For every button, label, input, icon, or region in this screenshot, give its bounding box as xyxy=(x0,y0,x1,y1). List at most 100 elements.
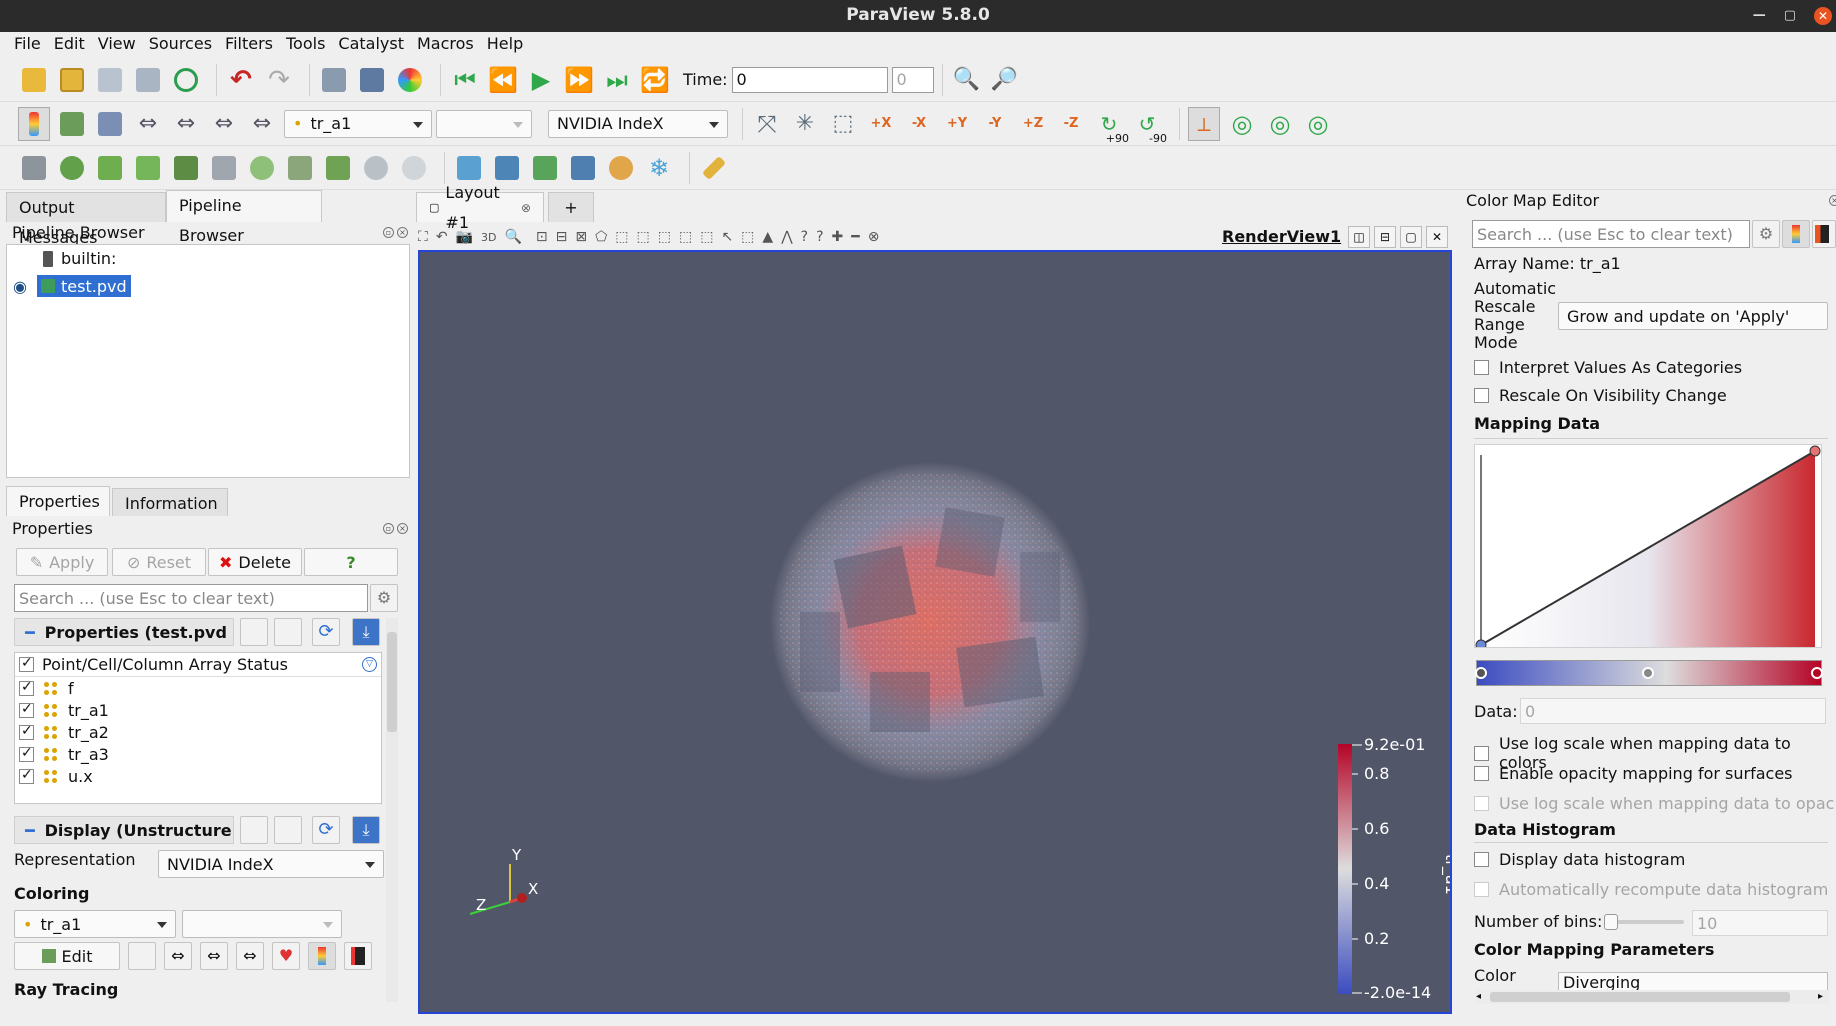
representation-select[interactable]: NVIDIA IndeX xyxy=(158,850,384,878)
section-properties-test-pvd[interactable]: ━ Properties (test.pvd xyxy=(14,618,234,646)
rescale-visible-range-button[interactable]: ♥ xyxy=(272,942,300,970)
pick-center-button[interactable]: ◎ xyxy=(1264,107,1296,141)
loop-button[interactable]: 🔁 xyxy=(639,63,671,97)
menu-macros[interactable]: Macros xyxy=(413,32,483,56)
display-histogram-checkbox[interactable] xyxy=(1474,852,1489,867)
show-color-legend-button[interactable] xyxy=(308,942,336,970)
center-axes-button[interactable]: ◎ xyxy=(1226,107,1258,141)
palette-button[interactable] xyxy=(394,63,426,97)
edit-selection-icon[interactable]: ⬚ xyxy=(741,229,754,245)
cme-advanced-button[interactable]: ⚙ xyxy=(1752,220,1780,248)
menu-filters[interactable]: Filters xyxy=(221,32,282,56)
minimize-icon[interactable]: — xyxy=(1753,1,1766,31)
close-icon[interactable]: ⊗ xyxy=(521,193,531,223)
time-index-spinbox[interactable]: 0 xyxy=(891,66,934,93)
num-bins-slider[interactable] xyxy=(1604,914,1684,930)
temporal-button[interactable]: ❄ xyxy=(643,151,675,185)
menu-tools[interactable]: Tools xyxy=(282,32,334,56)
opacity-control-point[interactable] xyxy=(1809,445,1821,457)
opacity-mapping-option[interactable]: Enable opacity mapping for surfaces xyxy=(1474,764,1793,783)
log-scale-checkbox[interactable] xyxy=(1474,745,1489,761)
rescale-temporal-button[interactable]: ⇔ xyxy=(170,107,202,141)
toggle-color-legend-button[interactable] xyxy=(18,106,50,141)
render-view[interactable]: Y X Z 9.2e-01 0.8 0.6 0.4 0.2 -2.0e-14 t… xyxy=(418,250,1452,1014)
split-vertical-icon[interactable]: ⊟ xyxy=(1374,226,1396,248)
toggle-orientation-axes-button[interactable]: ⟂ xyxy=(1188,106,1220,141)
open-file-button[interactable] xyxy=(18,63,50,97)
edit-color-map-button[interactable] xyxy=(56,107,88,141)
load-state-button[interactable] xyxy=(94,63,126,97)
cme-search-input[interactable]: Search ... (use Esc to clear text) xyxy=(1472,220,1750,248)
slice-button[interactable] xyxy=(132,151,164,185)
close-icon[interactable]: × xyxy=(397,227,408,238)
filter-icon[interactable]: ▽ xyxy=(362,657,377,672)
reset-camera-closest-button[interactable]: ✳ xyxy=(789,107,821,141)
auto-rescale-select[interactable]: Grow and update on 'Apply' xyxy=(1558,302,1828,330)
contour-button[interactable] xyxy=(56,151,88,185)
array-checkbox[interactable] xyxy=(19,767,34,784)
redo-button[interactable]: ↷ xyxy=(263,63,295,97)
glyph-button[interactable] xyxy=(246,151,278,185)
plus-icon[interactable]: ✚ xyxy=(832,229,844,245)
close-icon[interactable]: ✕ xyxy=(1814,7,1832,25)
auto-recompute-option[interactable]: Automatically recompute data histogram xyxy=(1474,880,1828,899)
float-icon[interactable]: ▫ xyxy=(383,227,394,238)
reset-button[interactable]: ⊘ Reset xyxy=(112,548,206,576)
calculator-button[interactable] xyxy=(18,151,50,185)
properties-scrollbar[interactable] xyxy=(386,618,398,1002)
capture-icon[interactable]: ⛶ xyxy=(418,229,428,245)
minus-icon[interactable]: ━ xyxy=(851,229,859,245)
camera-icon[interactable]: 📷 xyxy=(456,229,473,245)
menu-sources[interactable]: Sources xyxy=(145,32,221,56)
extract-subset-button[interactable] xyxy=(208,151,240,185)
toggle-3d-button[interactable]: 3D xyxy=(481,231,496,244)
rescale-visibility-checkbox[interactable] xyxy=(1474,388,1489,403)
select-frustum-icon[interactable]: ⊠ xyxy=(575,229,587,245)
delete-button[interactable]: ✖ Delete xyxy=(208,548,302,576)
tab-layout-1[interactable]: ▢ Layout #1 ⊗ xyxy=(416,183,544,232)
menu-file[interactable]: File xyxy=(10,32,50,56)
list-item[interactable]: tr_a1 xyxy=(19,701,109,720)
data-value-input[interactable]: 0 xyxy=(1520,698,1826,724)
rescale-custom-range-button[interactable]: ⇔ xyxy=(200,942,228,970)
stream-tracer-button[interactable] xyxy=(284,151,316,185)
view-plus-y-button[interactable]: +Y xyxy=(941,107,973,141)
zoom-icon[interactable]: 🔍 xyxy=(504,229,521,245)
render-view-title[interactable]: RenderView1 xyxy=(1222,224,1341,250)
reload-display-button[interactable]: ⟳ xyxy=(312,816,340,844)
list-item[interactable]: u.x xyxy=(19,767,93,786)
array-checkbox[interactable] xyxy=(19,679,34,696)
apply-button[interactable]: ✎ Apply xyxy=(16,548,108,576)
opacity-mapping-checkbox[interactable] xyxy=(1474,766,1489,781)
zoom-to-box-button[interactable]: ⬚ xyxy=(827,107,859,141)
coloring-array-select[interactable]: • tr_a1 xyxy=(14,910,176,938)
menu-help[interactable]: Help xyxy=(483,32,532,56)
header-checkbox[interactable] xyxy=(19,655,34,672)
extract-level-button[interactable] xyxy=(398,151,430,185)
section-display[interactable]: ━ Display (Unstructure xyxy=(14,816,234,844)
warp-vector-button[interactable] xyxy=(322,151,354,185)
reset-center-button[interactable]: ◎ xyxy=(1302,107,1334,141)
maximize-view-icon[interactable]: ▢ xyxy=(1400,226,1422,248)
rescale-last-button[interactable]: ⇔ xyxy=(246,107,278,141)
hover-cells-icon[interactable]: ⬚ xyxy=(679,229,692,245)
tab-output-messages[interactable]: Output Messages xyxy=(6,192,166,247)
scrollbar-thumb[interactable] xyxy=(387,632,397,732)
pick-icon[interactable]: ↖ xyxy=(721,229,733,245)
close-view-icon[interactable]: ✕ xyxy=(1426,226,1448,248)
last-frame-button[interactable]: ⏭ xyxy=(601,63,633,97)
view-minus-x-button[interactable]: -X xyxy=(903,107,935,141)
scrollbar-thumb[interactable] xyxy=(1490,992,1790,1002)
rescale-visibility-option[interactable]: Rescale On Visibility Change xyxy=(1474,386,1727,405)
color-array-combo[interactable]: • tr_a1 xyxy=(284,109,432,138)
opacity-control-point[interactable] xyxy=(1475,639,1487,648)
spreadsheet-button[interactable] xyxy=(356,63,388,97)
paste-properties-button[interactable] xyxy=(274,618,302,646)
add-layout-tab[interactable]: + xyxy=(548,192,594,222)
reset-camera-button[interactable]: ⤧ xyxy=(751,107,783,141)
histogram-button[interactable] xyxy=(567,151,599,185)
undo-button[interactable]: ↶ xyxy=(225,63,257,97)
cme-legend-button[interactable] xyxy=(1782,220,1810,248)
select-block-icon[interactable]: ⬚ xyxy=(615,229,628,245)
rescale-custom-button[interactable]: ⇔ xyxy=(132,107,164,141)
